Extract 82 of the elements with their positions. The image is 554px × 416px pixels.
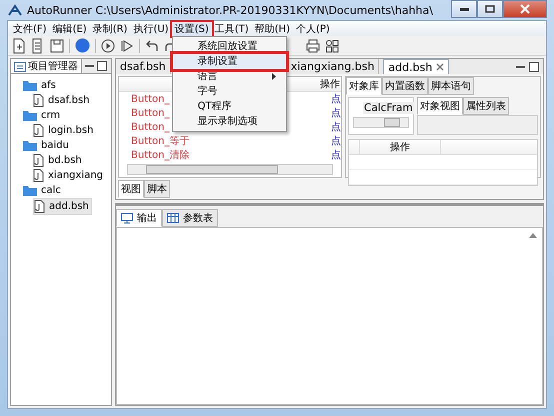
- scroll-up-icon[interactable]: [529, 233, 537, 238]
- folder-tree-icon: [14, 60, 26, 72]
- column-header: 操作: [360, 140, 441, 154]
- menu-item[interactable]: 帮助(H): [252, 22, 293, 36]
- menu-item[interactable]: 设置(S): [172, 22, 212, 36]
- menu-option[interactable]: 显示录制选项: [172, 114, 286, 128]
- script-file-icon: [33, 124, 44, 137]
- panel-tab[interactable]: 项目管理器: [11, 59, 82, 73]
- menu-option[interactable]: QT程序: [172, 98, 286, 114]
- save-icon[interactable]: [50, 38, 64, 52]
- folder-icon: [23, 80, 37, 91]
- minimize-panel-icon[interactable]: [516, 64, 525, 68]
- monitor-icon: [121, 212, 133, 224]
- table-cell-text: 点: [331, 148, 341, 162]
- script-file-icon: [34, 200, 45, 213]
- menu-item[interactable]: 执行(U): [130, 22, 172, 36]
- maximize-panel-icon[interactable]: [97, 61, 107, 71]
- tree-file[interactable]: xiangxiang: [33, 168, 106, 183]
- script-file-icon: [33, 154, 44, 167]
- print-icon[interactable]: [306, 38, 320, 52]
- maximize-panel-icon[interactable]: [529, 62, 539, 72]
- minimize-panel-icon[interactable]: [85, 64, 94, 68]
- new-file-icon[interactable]: [12, 38, 26, 54]
- editor-tab[interactable]: add.bsh: [383, 58, 450, 74]
- tab[interactable]: 脚本语句: [428, 77, 474, 95]
- horizontal-scrollbar[interactable]: [127, 164, 333, 175]
- table-cell: Button_: [131, 94, 170, 104]
- folder-icon: [23, 140, 37, 151]
- minimize-button[interactable]: [451, 0, 477, 18]
- tree-file[interactable]: dsaf.bsh: [33, 93, 92, 108]
- tab[interactable]: 脚本: [144, 180, 170, 198]
- script-file-icon: [33, 169, 44, 182]
- horizontal-scrollbar[interactable]: [353, 117, 409, 128]
- menu-item[interactable]: 录制(R): [90, 22, 130, 36]
- tree-file[interactable]: bd.bsh: [33, 153, 84, 168]
- step-play-icon[interactable]: [120, 38, 134, 52]
- table-cell: Button_: [131, 122, 170, 132]
- maximize-button[interactable]: [477, 0, 503, 18]
- menu-item[interactable]: 个人(P): [292, 22, 333, 36]
- tree-folder[interactable]: baidu: [23, 138, 71, 153]
- menu-option[interactable]: 系统回放设置: [172, 38, 286, 54]
- close-button[interactable]: [503, 0, 547, 18]
- tree-file[interactable]: login.bsh: [33, 123, 96, 138]
- minimize-icon: [460, 8, 468, 10]
- tree-item[interactable]: CalcFram: [363, 102, 414, 114]
- components-icon[interactable]: [325, 38, 339, 52]
- table-cell-text: 点: [331, 120, 341, 134]
- table-cell-text: 点: [331, 106, 341, 120]
- tab[interactable]: 参数表: [162, 209, 218, 227]
- tab[interactable]: 属性列表: [463, 97, 509, 115]
- undo-icon[interactable]: [145, 40, 159, 52]
- tree-folder[interactable]: calc: [23, 183, 63, 198]
- close-icon: [520, 4, 530, 14]
- menu-option[interactable]: 字号: [172, 84, 286, 98]
- menu-option[interactable]: 录制设置: [172, 54, 286, 68]
- tab[interactable]: 对象视图: [417, 97, 463, 115]
- script-file-icon: [33, 94, 44, 107]
- folder-icon: [23, 110, 37, 121]
- tree-file[interactable]: add.bsh: [33, 198, 92, 215]
- tree-folder[interactable]: afs: [23, 78, 58, 93]
- tab[interactable]: 对象库: [346, 77, 382, 95]
- table-cell-text: 点: [331, 92, 341, 106]
- table-icon: [167, 213, 179, 223]
- record-icon[interactable]: [75, 38, 90, 53]
- window-title: AutoRunner C:\Users\Administrator.PR-20190331KYYN\Documents\hahha\: [27, 4, 433, 16]
- tab[interactable]: 输出: [116, 209, 162, 227]
- table-cell-text: 点: [331, 134, 341, 148]
- menu-item[interactable]: 工具(T): [212, 22, 252, 36]
- maximize-icon: [485, 5, 495, 13]
- menu-item[interactable]: 编辑(E): [50, 22, 90, 36]
- tree-folder[interactable]: crm: [23, 108, 62, 123]
- table-cell-text: Button_等于: [131, 135, 190, 148]
- close-icon[interactable]: [436, 63, 444, 71]
- table-cell-text: Button_清除: [131, 148, 190, 162]
- tab[interactable]: 视图: [118, 180, 144, 198]
- folder-icon: [23, 185, 37, 196]
- play-icon[interactable]: [101, 38, 115, 52]
- table-cell: Button_: [131, 108, 170, 118]
- menu-item[interactable]: 文件(F): [10, 22, 50, 36]
- app-logo-icon: [8, 4, 22, 16]
- column-header: 操作: [320, 78, 340, 91]
- tab[interactable]: 内置函数: [382, 77, 428, 95]
